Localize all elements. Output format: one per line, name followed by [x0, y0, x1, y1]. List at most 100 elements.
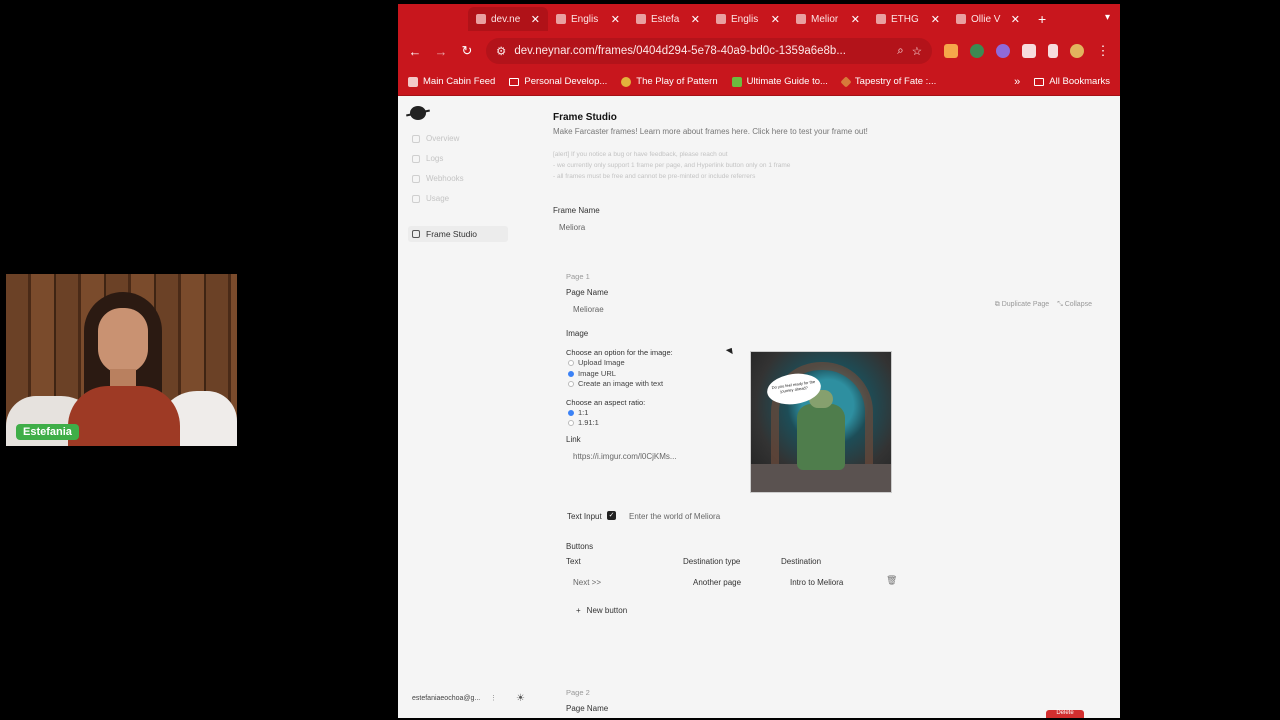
bookmarks-bar: Main Cabin Feed Personal Develop... The Pl… [398, 68, 1120, 96]
new-button-label: New button [586, 606, 628, 615]
tab-favicon-icon [716, 14, 726, 24]
bookmark-item[interactable]: Tapestry of Fate :... [840, 75, 936, 88]
browser-tab[interactable]: Melior ✕ [788, 7, 868, 31]
side-panel-icon[interactable] [1048, 44, 1058, 58]
bookmark-item[interactable]: The Play of Pattern [621, 76, 718, 87]
text-input-checkbox[interactable]: ✓ [607, 511, 616, 520]
text-input-label: Text Input [567, 512, 602, 521]
link-label: Link [566, 435, 581, 444]
close-tab-icon[interactable]: ✕ [531, 13, 540, 26]
sidebar-item-label: Webhooks [426, 174, 464, 183]
info-note: - we currently only support 1 frame per … [553, 162, 791, 169]
link-input[interactable]: https://i.imgur.com/l0CjKMs... [573, 452, 677, 461]
frame-name-input[interactable]: Meliora [559, 223, 585, 232]
extension-fox-icon[interactable] [944, 44, 958, 58]
sidebar-item-label: Frame Studio [426, 229, 478, 239]
radio-dot [568, 359, 574, 366]
bookmark-star-icon[interactable]: ☆ [912, 44, 922, 58]
radio-dot [568, 370, 574, 377]
browser-tab[interactable]: dev.ne ✕ [468, 7, 548, 31]
bookmarks-overflow-button[interactable]: » [1014, 76, 1020, 88]
folder-icon [509, 77, 520, 86]
new-tab-button[interactable]: + [1038, 11, 1046, 27]
browser-tab[interactable]: Englis ✕ [708, 7, 788, 31]
list-icon [412, 154, 420, 163]
page-name-label: Page Name [566, 288, 609, 297]
extensions-puzzle-icon[interactable] [1022, 44, 1036, 58]
bookmark-item[interactable]: Personal Develop... [509, 76, 607, 87]
sidebar-item-usage[interactable]: Usage [412, 194, 449, 203]
all-bookmarks-button[interactable]: All Bookmarks [1034, 76, 1110, 87]
collapse-label: Collapse [1064, 301, 1092, 308]
browser-tab[interactable]: ETHG ✕ [868, 7, 948, 31]
address-bar[interactable]: ⚙ dev.neynar.com/frames/0404d294-5e78-40… [486, 38, 932, 64]
browser-tab[interactable]: Estefa ✕ [628, 7, 708, 31]
browser-menu-icon[interactable]: ⋮ [1096, 43, 1110, 59]
neynar-logo-icon[interactable] [410, 106, 426, 120]
person-face [98, 308, 148, 374]
extension-shield-icon[interactable] [970, 44, 984, 58]
frame-image-preview: Do you feel ready for the journey ahead? [750, 351, 892, 493]
green-square-icon [731, 76, 742, 87]
close-tab-icon[interactable]: ✕ [611, 13, 620, 26]
radio-aspect-191-1[interactable]: 1.91:1 [568, 418, 599, 427]
participant-name-tag: Estefania [16, 424, 79, 440]
bookmark-item[interactable]: Main Cabin Feed [408, 76, 495, 87]
column-header-destination: Destination [781, 557, 822, 566]
tab-favicon-icon [956, 14, 966, 24]
browser-tab[interactable]: Ollie V ✕ [948, 7, 1028, 31]
info-note: - all frames must be free and cannot be … [553, 173, 756, 180]
site-settings-icon[interactable]: ⚙ [496, 44, 506, 58]
delete-button-trash-icon[interactable]: 🗑 [886, 575, 897, 586]
destination-type-select[interactable]: Another page [693, 578, 741, 587]
grid-icon [412, 134, 420, 143]
close-tab-icon[interactable]: ✕ [771, 13, 780, 26]
close-tab-icon[interactable]: ✕ [851, 13, 860, 26]
new-button-button[interactable]: + New button [576, 606, 627, 615]
button-text-input[interactable]: Next >> [573, 578, 601, 587]
browser-tab[interactable]: Englis ✕ [548, 7, 628, 31]
close-tab-icon[interactable]: ✕ [1011, 13, 1020, 26]
destination-select[interactable]: Intro to Meliora [790, 578, 843, 587]
radio-upload-image[interactable]: Upload Image [568, 358, 625, 367]
tab-search-chevron-icon[interactable]: ▾ [1105, 12, 1110, 23]
page-name-input[interactable]: Meliorae [573, 305, 604, 314]
close-tab-icon[interactable]: ✕ [691, 13, 700, 26]
extension-purple-icon[interactable] [996, 44, 1010, 58]
radio-dot [568, 419, 574, 426]
reload-icon[interactable]: ↻ [460, 43, 474, 59]
forward-arrow-icon[interactable]: → [434, 44, 448, 59]
user-email[interactable]: estefaniaeochoa@g... [412, 695, 480, 702]
all-bookmarks-label: All Bookmarks [1049, 76, 1110, 87]
duplicate-page-button[interactable]: ⧉ Duplicate Page [995, 301, 1049, 309]
tab-favicon-icon [796, 14, 806, 24]
bookmark-item[interactable]: Ultimate Guide to... [731, 76, 828, 87]
back-arrow-icon[interactable]: ← [408, 44, 422, 59]
url-text[interactable]: dev.neynar.com/frames/0404d294-5e78-40a9… [514, 45, 889, 57]
radio-create-image-text[interactable]: Create an image with text [568, 379, 663, 388]
frame-grid-icon [412, 230, 420, 238]
bar-chart-icon [412, 194, 420, 203]
delete-page-button[interactable]: Delete [1046, 710, 1084, 718]
zoom-icon[interactable]: ⌕ [897, 45, 903, 58]
frame-name-label: Frame Name [553, 206, 600, 215]
radio-dot [568, 380, 574, 387]
sidebar-item-webhooks[interactable]: Webhooks [412, 174, 464, 183]
close-tab-icon[interactable]: ✕ [931, 13, 940, 26]
theme-toggle-sun-icon[interactable]: ☀ [516, 693, 525, 704]
sidebar-item-logs[interactable]: Logs [412, 154, 443, 163]
sidebar-item-overview[interactable]: Overview [412, 134, 459, 143]
profile-avatar-icon[interactable] [1070, 44, 1084, 58]
tab-favicon-icon [556, 14, 566, 24]
tab-title: Ollie V [971, 13, 1001, 25]
collapse-button[interactable]: ⤡ Collapse [1057, 301, 1092, 309]
user-menu-icon[interactable]: ⋮ [490, 694, 497, 702]
radio-image-url[interactable]: Image URL [568, 369, 616, 378]
sidebar-item-frame-studio[interactable]: Frame Studio [408, 226, 508, 242]
info-note: [alert] If you notice a bug or have feed… [553, 151, 728, 158]
radio-aspect-1-1[interactable]: 1:1 [568, 408, 588, 417]
text-input-placeholder-field[interactable]: Enter the world of Meliora [629, 512, 720, 521]
folder-icon [1034, 77, 1045, 86]
person-body [68, 386, 180, 446]
duplicate-label: Duplicate Page [1001, 301, 1050, 308]
